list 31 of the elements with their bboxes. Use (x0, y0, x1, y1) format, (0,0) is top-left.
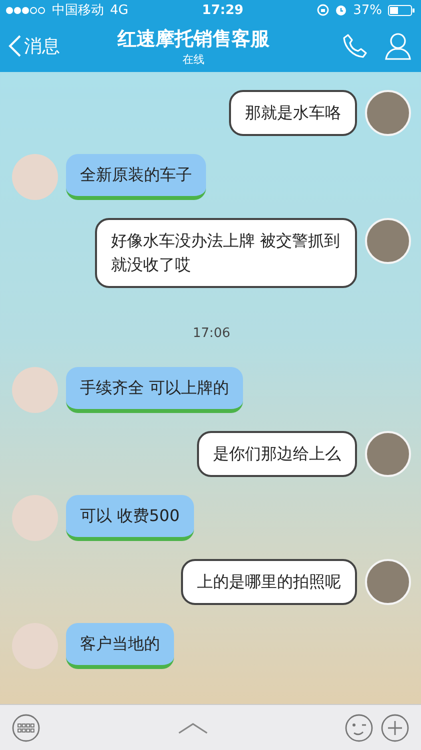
clock: 17:29 (202, 2, 244, 18)
avatar[interactable] (365, 218, 411, 264)
chat-bubble: 是你们那边给上么 (197, 431, 357, 477)
expand-up-icon[interactable] (176, 720, 208, 734)
chat-bubble: 客户当地的 (66, 623, 174, 669)
chat-bubble: 全新原装的车子 (66, 154, 206, 200)
voice-keyboard-icon[interactable] (12, 714, 40, 742)
chat-bubble: 手续齐全 可以上牌的 (66, 367, 244, 413)
timestamp: 17:06 (192, 326, 230, 341)
online-status: 在线 (182, 52, 204, 66)
network-type: 4G (110, 2, 128, 18)
chat-bubble: 好像水车没办法上牌 被交警抓到就没收了哎 (95, 218, 357, 288)
chat-title: 红速摩托销售客服 (118, 26, 270, 52)
phone-icon[interactable] (341, 32, 369, 60)
avatar[interactable] (365, 431, 411, 477)
chat-bubble: 上的是哪里的拍照呢 (181, 559, 357, 605)
chat-bubble: 那就是水车咯 (229, 90, 357, 136)
avatar[interactable] (365, 559, 411, 605)
battery-percent: 37% (353, 2, 382, 18)
battery-icon (388, 4, 415, 16)
signal-icon (6, 6, 46, 14)
emoji-icon[interactable] (345, 714, 373, 742)
carrier: 中国移动 (52, 2, 104, 19)
add-icon[interactable] (381, 714, 409, 742)
avatar[interactable] (365, 90, 411, 136)
rotation-lock-icon (317, 4, 330, 16)
back-button[interactable]: 消息 (8, 34, 60, 58)
alarm-icon (335, 4, 348, 16)
profile-icon[interactable] (383, 31, 413, 61)
back-chevron-icon (8, 34, 22, 58)
chat-bubble: 可以 收费500 (66, 495, 194, 541)
